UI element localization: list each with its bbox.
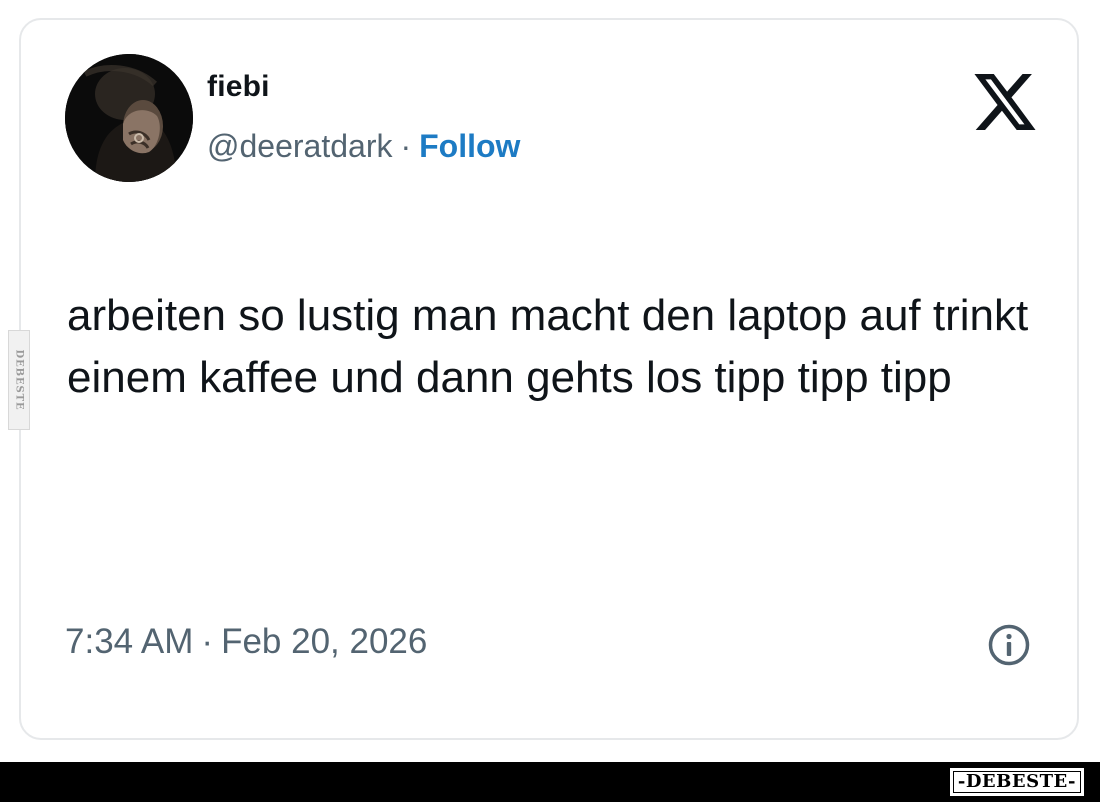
tweet-text: arbeiten so lustig man macht den laptop … bbox=[67, 291, 1029, 402]
svg-text:DEBESTE: DEBESTE bbox=[13, 349, 24, 410]
avatar[interactable] bbox=[65, 54, 193, 182]
follow-button[interactable]: Follow bbox=[419, 128, 520, 164]
info-icon[interactable] bbox=[987, 623, 1031, 667]
bottom-bar: -DEBESTE- bbox=[0, 762, 1100, 802]
x-logo-icon[interactable] bbox=[974, 74, 1036, 130]
handle-row: @deeratdark · Follow bbox=[207, 128, 520, 165]
display-name[interactable]: fiebi bbox=[207, 70, 270, 104]
user-handle[interactable]: @deeratdark bbox=[207, 128, 392, 164]
timestamp-separator: · bbox=[201, 622, 214, 661]
handle-separator: · bbox=[400, 128, 412, 164]
timestamp[interactable]: 7:34 AM · Feb 20, 2026 bbox=[65, 622, 427, 662]
tweet-card: fiebi @deeratdark · Follow arbeiten so lus… bbox=[19, 18, 1079, 740]
avatar-photo-icon bbox=[65, 54, 193, 182]
side-watermark-logo: DEBESTE bbox=[8, 330, 30, 430]
bottom-watermark-logo: -DEBESTE- bbox=[949, 768, 1084, 796]
tweet-time[interactable]: 7:34 AM bbox=[65, 622, 193, 661]
tweet-date[interactable]: Feb 20, 2026 bbox=[221, 622, 427, 661]
